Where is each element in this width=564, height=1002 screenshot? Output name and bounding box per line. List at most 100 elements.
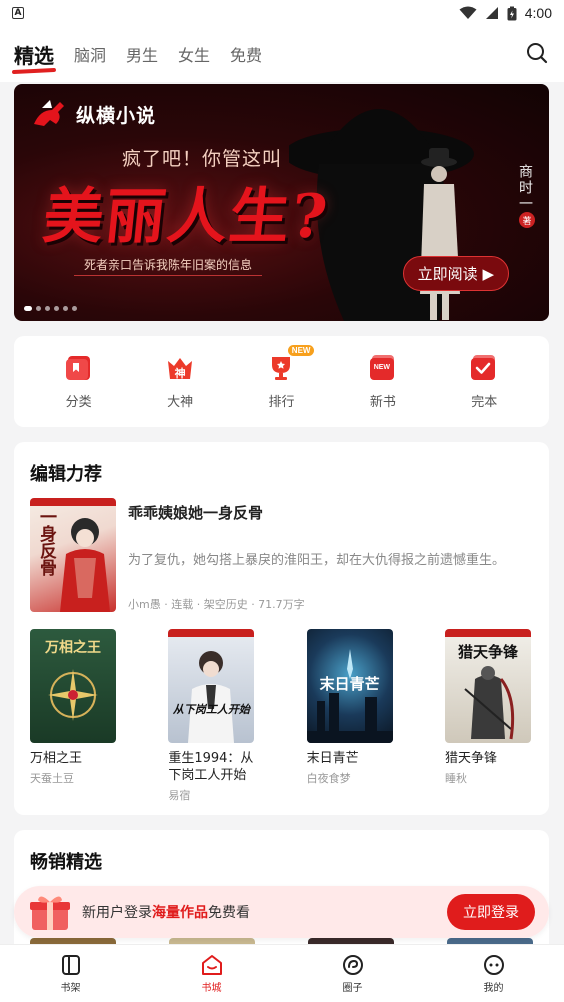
nav-bookstore[interactable]: 书城: [172, 954, 252, 994]
check-icon: [471, 355, 496, 380]
cover-art: [168, 629, 255, 743]
nav-label: 书城: [201, 982, 222, 994]
tab-female[interactable]: 女生: [178, 42, 210, 66]
carousel-dot[interactable]: [72, 306, 77, 311]
accessibility-icon: A: [12, 7, 24, 19]
book-description: 为了复仇，她勾搭上暴戾的淮阳王，却在大仇得报之前遗憾重生。: [128, 553, 506, 568]
featured-book[interactable]: 一身反骨 乖乖姨娘她一身反骨 为了复仇，她勾搭上暴戾的淮阳王，却在大仇得报之前遗…: [30, 498, 533, 612]
login-text-highlight: 海量作品: [152, 905, 208, 921]
bookshelf-icon: [61, 954, 80, 975]
signal-icon: [485, 7, 498, 19]
cover-title: 从下岗工人开始: [172, 703, 250, 716]
nav-label: 我的: [483, 982, 504, 994]
editor-picks-section: 编辑力荐 一身反骨 乖乖姨娘她一身反骨 为了复仇，她勾搭上暴戾的淮阳王，却在大仇…: [14, 442, 549, 815]
tab-featured[interactable]: 精选: [14, 40, 54, 69]
banner-author: 商时一: [517, 164, 533, 212]
banner-tagline: 疯了吧！你管这叫: [122, 148, 283, 170]
entry-category[interactable]: 分类: [39, 353, 119, 410]
nav-profile[interactable]: 我的: [454, 954, 534, 994]
carousel-dot[interactable]: [45, 306, 50, 311]
author-seal: 著: [519, 212, 535, 228]
section-title: 编辑力荐: [30, 464, 102, 485]
section-title: 畅销精选: [30, 852, 102, 873]
brand-name: 纵横小说: [76, 104, 157, 127]
book-author: 易宿: [168, 788, 191, 802]
featured-book-info: 乖乖姨娘她一身反骨 为了复仇，她勾搭上暴戾的淮阳王，却在大仇得报之前遗憾重生。 …: [116, 498, 533, 612]
book-item[interactable]: 从下岗工人开始 重生1994：从下岗工人开始 易宿: [168, 629, 256, 803]
book-item[interactable]: 末日青芒 末日青芒 白夜食梦: [306, 629, 395, 803]
trophy-icon: NEW: [266, 345, 315, 383]
profile-icon: [483, 954, 504, 975]
carousel-dot[interactable]: [36, 306, 41, 311]
book-cover: 末日青芒: [306, 629, 393, 743]
bookmark-icon: [65, 356, 90, 380]
nav-circle[interactable]: 圈子: [313, 954, 393, 994]
book-author: 白夜食梦: [306, 771, 351, 785]
battery-icon: [507, 6, 517, 20]
book-cover: 万相之王: [30, 629, 116, 743]
book-author: 天蚕土豆: [30, 771, 74, 785]
promo-banner[interactable]: 纵横小说 疯了吧！你管这叫 美丽人生? 死者亲口告诉我陈年旧案的信息 立即阅读 …: [14, 84, 549, 321]
entry-label: 新书: [369, 395, 396, 410]
crown-icon-text: 神: [174, 367, 186, 380]
login-prompt-text: 新用户登录海量作品免费看: [82, 902, 250, 922]
carousel-dot[interactable]: [54, 306, 59, 311]
entry-label: 排行: [268, 395, 295, 410]
carousel-dot[interactable]: [63, 306, 68, 311]
read-now-label: 立即阅读: [417, 265, 478, 283]
tab-male[interactable]: 男生: [126, 42, 158, 66]
nav-label: 书架: [60, 982, 81, 994]
new-badge: NEW: [287, 345, 315, 356]
nav-bookshelf[interactable]: 书架: [31, 954, 111, 994]
entry-label: 大神: [167, 395, 194, 410]
new-book-icon: NEW: [368, 353, 398, 383]
circle-icon: [342, 954, 363, 975]
new-book-icon-text: NEW: [373, 364, 391, 371]
book-title: 乖乖姨娘她一身反骨: [128, 504, 264, 522]
search-icon[interactable]: [526, 42, 548, 64]
book-item[interactable]: 万相之王 万相之王 天蚕土豆: [30, 629, 118, 803]
login-prompt-bar[interactable]: 新用户登录海量作品免费看 立即登录: [14, 886, 549, 938]
entry-ranking[interactable]: NEW 排行: [241, 345, 321, 410]
feature-cover-title: 一身反骨: [36, 508, 56, 576]
cover-title: 末日青芒: [319, 675, 380, 693]
entry-new-books[interactable]: NEW 新书: [343, 353, 423, 410]
wifi-icon: [459, 6, 477, 19]
book-meta: 小m愚 · 连载 · 架空历史 · 71.7万字: [128, 598, 305, 611]
play-triangle-icon: ▶: [482, 265, 494, 283]
book-cover: 一身反骨: [30, 498, 116, 612]
gift-icon: [30, 896, 70, 930]
crown-icon: 神: [165, 353, 195, 383]
status-bar: A 4:00: [0, 0, 564, 26]
tab-brainstorm[interactable]: 脑洞: [74, 42, 106, 66]
book-item[interactable]: 猎天争锋 猎天争锋 睡秋: [444, 629, 533, 803]
book-cover: 从下岗工人开始: [168, 629, 255, 743]
login-button[interactable]: 立即登录: [447, 894, 535, 930]
entry-completed[interactable]: 完本: [444, 353, 524, 410]
carousel-indicator: [24, 306, 77, 311]
read-now-button[interactable]: 立即阅读 ▶: [402, 256, 509, 291]
book-title: 万相之王: [30, 751, 83, 766]
pegasus-logo-icon: [34, 100, 64, 126]
carousel-dot[interactable]: [24, 306, 32, 311]
bottom-nav: 书架 书城 圈子 我的: [0, 944, 564, 1002]
brand-logo: 纵横小说: [30, 98, 156, 130]
cover-title: 万相之王: [45, 640, 101, 656]
entry-label: 完本: [471, 395, 498, 410]
login-text-before: 新用户登录: [82, 905, 152, 921]
nav-label: 圈子: [342, 982, 363, 994]
banner-subtitle: 死者亲口告诉我陈年旧案的信息: [74, 254, 263, 276]
clock: 4:00: [524, 5, 552, 21]
entry-master[interactable]: 神 大神: [140, 353, 220, 410]
entry-label: 分类: [65, 395, 92, 410]
top-tab-bar: 精选 脑洞 男生 女生 免费: [0, 26, 564, 82]
book-cover: 猎天争锋: [444, 629, 531, 743]
book-title: 猎天争锋: [444, 751, 497, 766]
banner-headline: 美丽人生?: [39, 182, 333, 252]
login-text-after: 免费看: [208, 905, 250, 921]
quick-entry-bar: 分类 神 大神 NEW 排行 NEW 新书 完本: [14, 336, 549, 427]
book-title: 重生1994：从下岗工人开始: [168, 751, 254, 783]
book-author: 睡秋: [444, 771, 467, 785]
book-title: 末日青芒: [306, 751, 359, 766]
tab-free[interactable]: 免费: [230, 42, 262, 66]
